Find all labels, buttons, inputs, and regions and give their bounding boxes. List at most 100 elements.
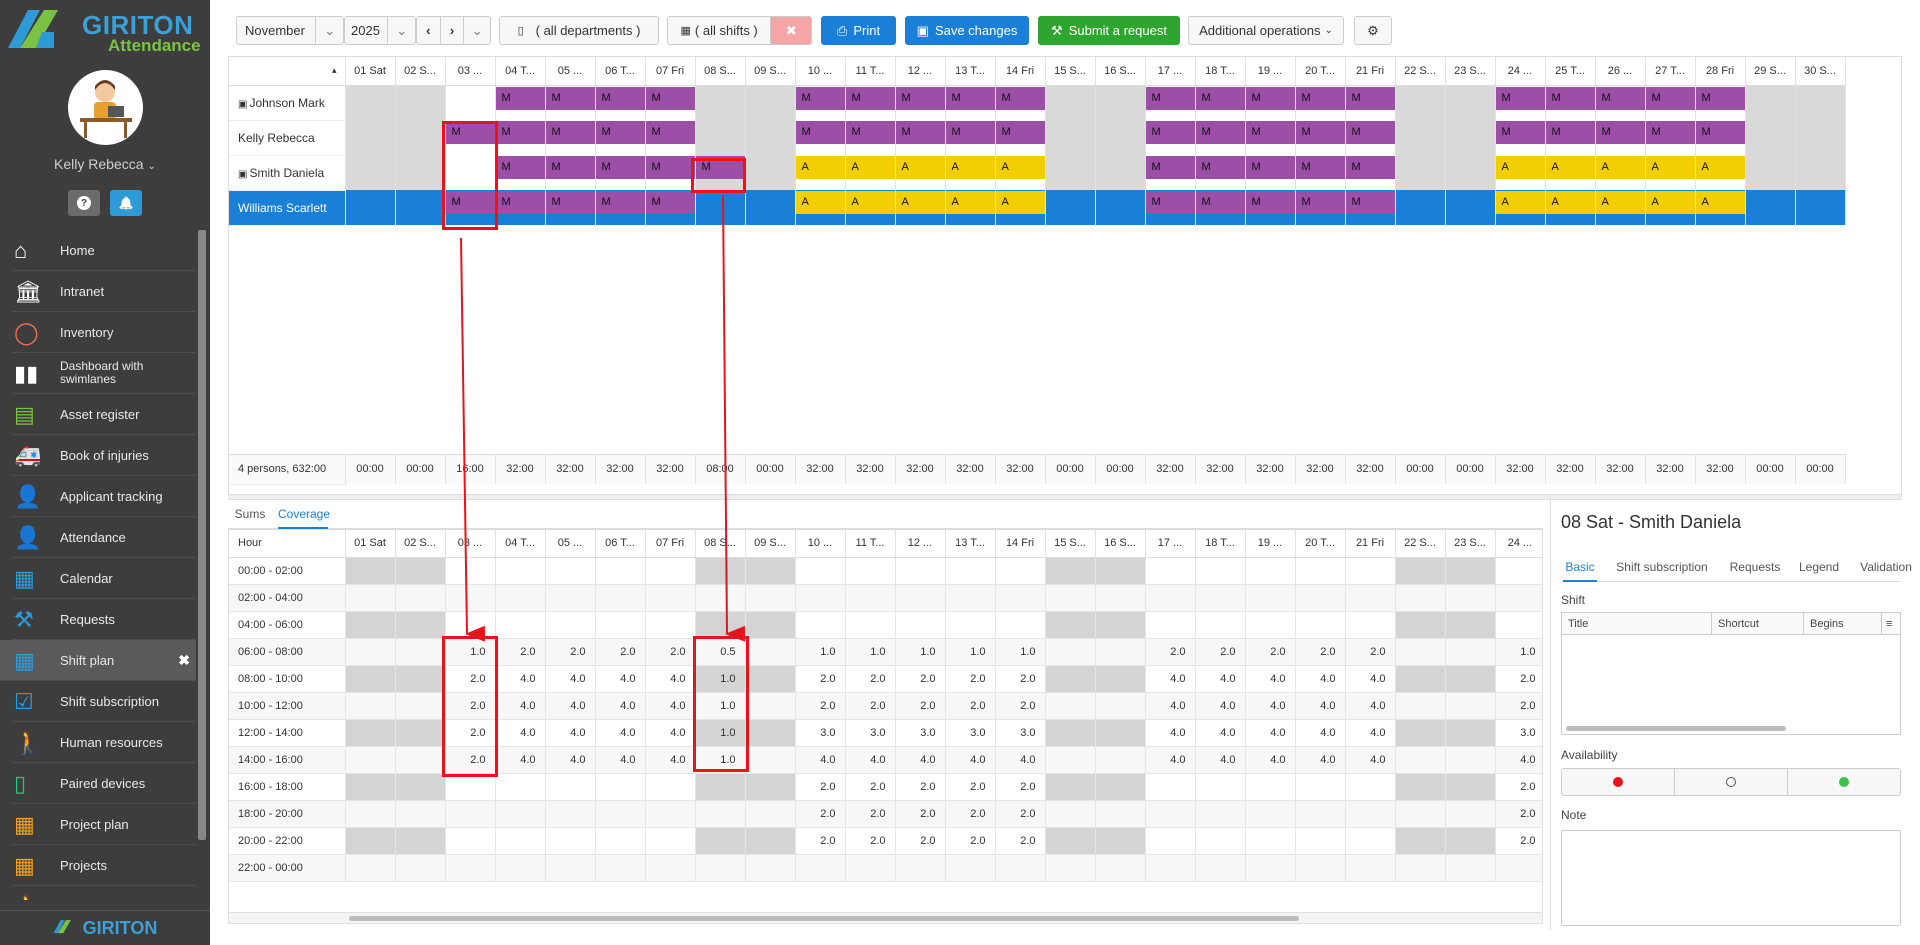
day-header[interactable]: 12 ... xyxy=(895,530,946,558)
shift-M[interactable]: M xyxy=(495,121,544,144)
shift-cell[interactable]: M xyxy=(1195,120,1246,155)
shift-cell[interactable] xyxy=(1095,120,1146,155)
shift-grid-scrollbar[interactable] xyxy=(1566,726,1786,731)
day-header[interactable]: 13 T... xyxy=(945,530,996,558)
nav-item-intranet[interactable]: 🏛 Intranet xyxy=(12,271,196,312)
shift-cell[interactable]: A xyxy=(1645,155,1696,190)
day-header[interactable]: 01 Sat xyxy=(345,530,396,558)
shift-cell[interactable]: A xyxy=(895,190,946,225)
shift-M[interactable]: M xyxy=(945,121,994,144)
shift-M[interactable]: M xyxy=(1245,121,1294,144)
shift-cell[interactable]: M xyxy=(545,85,596,120)
day-header[interactable]: 27 T... xyxy=(1645,57,1696,86)
day-header[interactable]: 22 S... xyxy=(1395,57,1446,86)
shift-A[interactable]: A xyxy=(895,156,944,179)
shift-cell[interactable] xyxy=(345,190,396,225)
day-header[interactable]: 30 S... xyxy=(1795,57,1846,86)
shift-A[interactable]: A xyxy=(945,156,994,179)
shift-M[interactable]: M xyxy=(595,156,644,179)
shift-M[interactable]: M xyxy=(595,86,644,110)
shift-M[interactable]: M xyxy=(1345,191,1394,214)
shift-cell[interactable] xyxy=(1445,155,1496,190)
coverage-scrollbar[interactable] xyxy=(228,912,1543,924)
shift-M[interactable]: M xyxy=(1295,121,1344,144)
day-header[interactable]: 18 T... xyxy=(1195,530,1246,558)
shift-M[interactable]: M xyxy=(845,86,894,110)
shifts-select[interactable]: ▦ ( all shifts ) xyxy=(668,17,772,44)
shift-M[interactable]: M xyxy=(895,121,944,144)
day-header[interactable]: 17 ... xyxy=(1145,530,1196,558)
note-textarea[interactable] xyxy=(1561,830,1901,926)
shift-cell[interactable] xyxy=(745,85,796,120)
shift-cell[interactable] xyxy=(345,155,396,190)
tab-shift-subscription[interactable]: Shift subscription xyxy=(1607,554,1717,582)
shift-M[interactable]: M xyxy=(995,86,1044,110)
shift-M[interactable]: M xyxy=(945,86,994,110)
shift-cell[interactable] xyxy=(1045,85,1096,120)
shift-cell[interactable]: A xyxy=(1545,190,1596,225)
shift-cell[interactable]: M xyxy=(1595,120,1646,155)
shift-cell[interactable]: M xyxy=(995,120,1046,155)
shift-M[interactable]: M xyxy=(1495,121,1544,144)
shift-cell[interactable]: M xyxy=(1245,85,1296,120)
shift-A[interactable]: A xyxy=(1545,191,1594,214)
shift-M[interactable]: M xyxy=(1645,121,1694,144)
shift-cell[interactable] xyxy=(1445,120,1496,155)
day-header[interactable]: 05 ... xyxy=(545,530,596,558)
shift-cell[interactable]: M xyxy=(945,120,996,155)
shift-A[interactable]: A xyxy=(845,191,894,214)
shift-M[interactable]: M xyxy=(1295,191,1344,214)
shift-cell[interactable]: M xyxy=(645,155,696,190)
save-changes-button[interactable]: ▣ Save changes xyxy=(905,16,1029,45)
prev-period-button[interactable]: ‹ xyxy=(417,17,441,44)
tab-sums[interactable]: Sums xyxy=(230,500,270,529)
shift-cell[interactable]: A xyxy=(845,155,896,190)
shift-cell[interactable] xyxy=(745,190,796,225)
day-header[interactable]: 22 S... xyxy=(1395,530,1446,558)
print-button[interactable]: ⎙ Print xyxy=(821,16,896,45)
day-header[interactable]: 15 S... xyxy=(1045,530,1096,558)
shift-cell[interactable]: M xyxy=(545,120,596,155)
shift-cell[interactable]: A xyxy=(1695,190,1746,225)
nav-item-project-plan[interactable]: ▦ Project plan xyxy=(12,804,196,845)
day-header[interactable]: 21 Fri xyxy=(1345,57,1396,86)
shift-cell[interactable]: M xyxy=(845,85,896,120)
shift-A[interactable]: A xyxy=(1595,191,1644,214)
shift-M[interactable]: M xyxy=(1345,156,1394,179)
day-header[interactable]: 13 T... xyxy=(945,57,996,86)
nav-item-calendar[interactable]: ▦ Calendar xyxy=(12,558,196,599)
shift-cell[interactable] xyxy=(1395,120,1446,155)
shift-M[interactable]: M xyxy=(1645,86,1694,110)
shift-A[interactable]: A xyxy=(995,191,1044,214)
shift-cell[interactable]: A xyxy=(1495,190,1546,225)
nav-item-shift-plan[interactable]: ▦ Shift plan ✖ xyxy=(0,640,196,681)
shift-A[interactable]: A xyxy=(945,191,994,214)
shift-cell[interactable]: A xyxy=(995,190,1046,225)
shift-cell[interactable]: M xyxy=(495,120,546,155)
day-header[interactable]: 20 T... xyxy=(1295,57,1346,86)
day-header[interactable]: 08 S... xyxy=(695,57,746,86)
shift-M[interactable]: M xyxy=(845,121,894,144)
shift-cell[interactable]: M xyxy=(1595,85,1646,120)
day-header[interactable]: 14 Fri xyxy=(995,530,1046,558)
shift-M[interactable]: M xyxy=(1295,156,1344,179)
shift-cell[interactable] xyxy=(695,190,746,225)
shift-M[interactable]: M xyxy=(645,86,694,110)
day-header[interactable]: 16 S... xyxy=(1095,530,1146,558)
shift-cell[interactable] xyxy=(745,155,796,190)
nav-item-projects[interactable]: ▦ Projects xyxy=(12,845,196,886)
day-header[interactable]: 24 ... xyxy=(1495,530,1542,558)
shift-cell[interactable]: M xyxy=(1345,190,1396,225)
shift-M[interactable]: M xyxy=(545,86,594,110)
shift-A[interactable]: A xyxy=(1495,156,1544,179)
shift-M[interactable]: M xyxy=(495,86,544,110)
column-begins[interactable]: Begins xyxy=(1804,613,1882,635)
day-header[interactable]: 23 S... xyxy=(1445,57,1496,86)
tab-requests[interactable]: Requests xyxy=(1727,554,1783,582)
shift-cell[interactable]: M xyxy=(895,85,946,120)
shift-cell[interactable]: M xyxy=(1545,120,1596,155)
shift-M[interactable]: M xyxy=(1695,121,1744,144)
shift-M[interactable]: M xyxy=(545,121,594,144)
shift-A[interactable]: A xyxy=(995,156,1044,179)
day-header[interactable]: 17 ... xyxy=(1145,57,1196,86)
